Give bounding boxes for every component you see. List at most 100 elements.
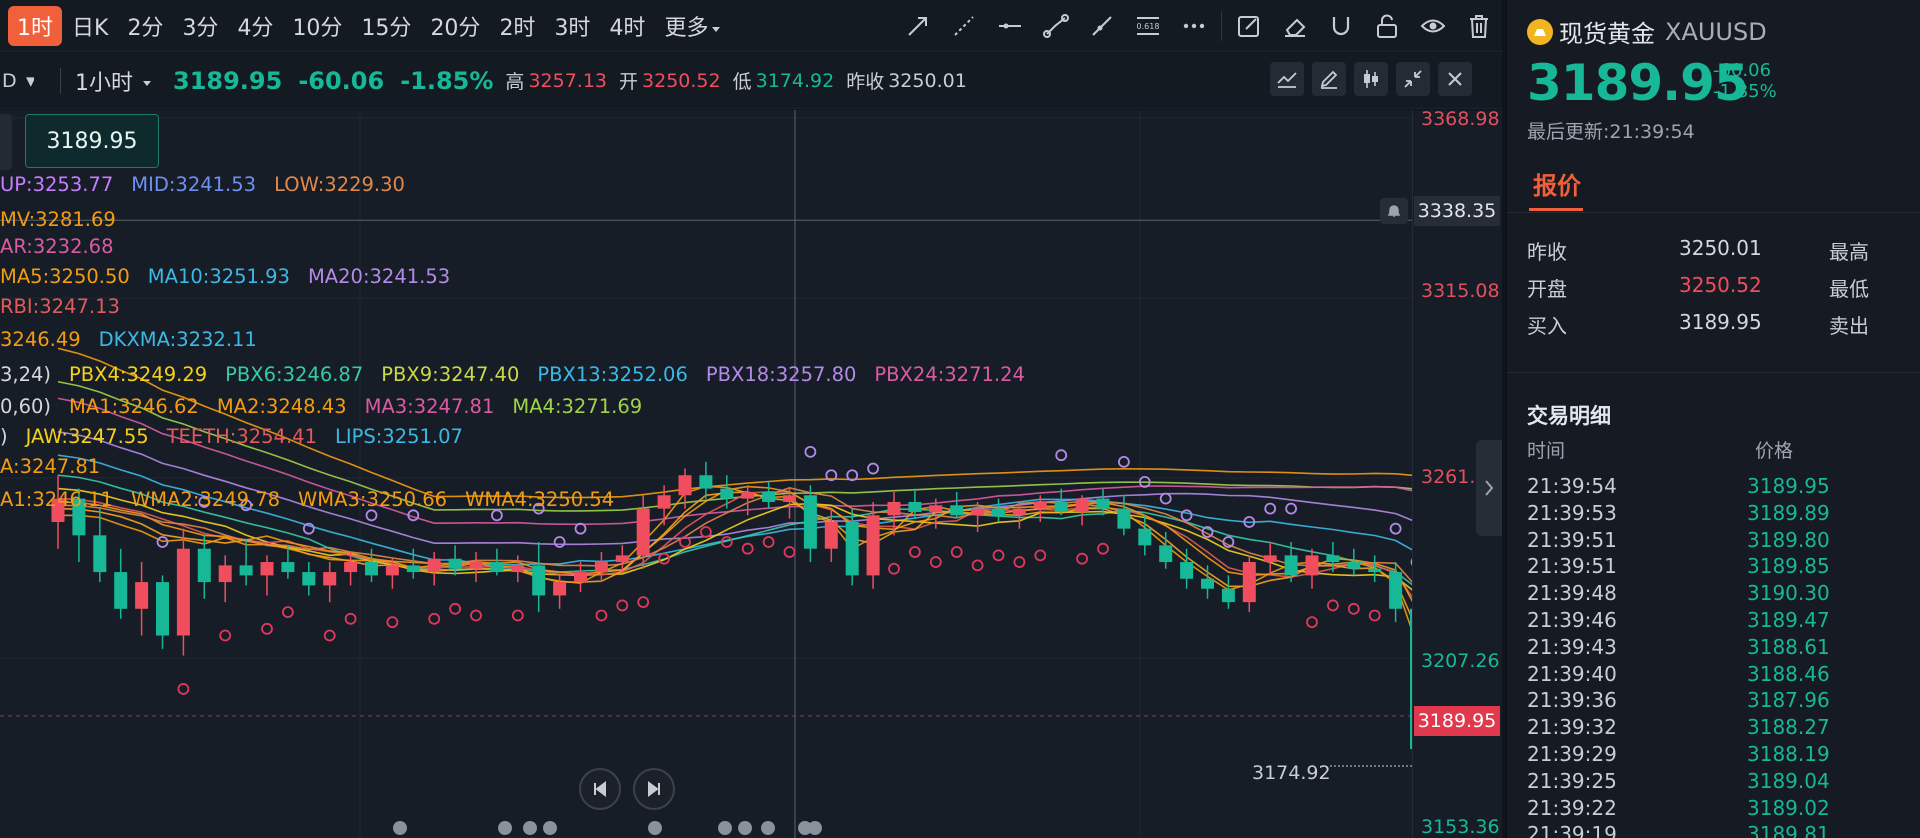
period-tab[interactable]: 3分	[173, 6, 227, 46]
horizontal-line-icon[interactable]	[987, 0, 1033, 52]
collapse-panel-button[interactable]	[1476, 440, 1502, 536]
indicator-value: MA3:3247.81	[364, 395, 495, 418]
candle-body	[1347, 562, 1361, 569]
period-tab[interactable]: 15分	[352, 6, 420, 46]
eye-icon[interactable]	[1410, 0, 1456, 52]
timeframe-dropdown[interactable]: 1小时	[75, 65, 151, 97]
period-tab[interactable]: 更多	[655, 6, 729, 46]
candle-body	[260, 562, 274, 576]
candle-body	[699, 475, 713, 489]
trades-list[interactable]: 21:39:54 3189.95 21:39:53 3189.89 21:39:51 31…	[1527, 474, 1907, 838]
fibonacci-icon[interactable]: 0.618	[1125, 0, 1171, 52]
sar-dot	[909, 546, 921, 558]
candle-body	[803, 495, 817, 549]
sar-dot	[490, 509, 503, 522]
candlestick-chart[interactable]: 3189.95 UP:3253.77 MID:3241.53 LOW:3229.30…	[0, 110, 1502, 838]
period-tab[interactable]: 3时	[545, 6, 599, 46]
candle-body	[197, 548, 211, 583]
period-tab[interactable]: 2时	[490, 6, 544, 46]
indicator-value: )	[0, 425, 8, 448]
trade-time: 21:39:22	[1527, 795, 1617, 820]
quote-value: 3250.52	[1679, 273, 1762, 297]
indicator-value: MA2:3248.43	[216, 395, 347, 418]
moving-average-line	[57, 491, 1412, 598]
sar-dot	[762, 536, 775, 548]
previous-icon[interactable]	[579, 768, 621, 810]
trend-line-icon[interactable]	[1079, 0, 1125, 52]
sar-dot	[637, 596, 650, 609]
pencil-icon[interactable]	[1312, 62, 1346, 96]
indicator-value: A:3247.81	[0, 455, 101, 478]
trade-price: 3189.80	[1747, 527, 1830, 552]
trade-row: 21:39:51 3189.85	[1527, 554, 1907, 581]
event-marker-icon	[808, 821, 822, 835]
event-marker-icon	[523, 821, 537, 835]
more-dots-icon[interactable]	[1171, 0, 1217, 52]
sar-dot	[219, 629, 232, 642]
sar-dot	[365, 509, 378, 522]
candle-body	[1033, 501, 1047, 509]
candle-body	[490, 562, 504, 573]
indicator-value: DKXMA:3232.11	[98, 328, 257, 351]
period-tab[interactable]: 1时	[8, 6, 62, 46]
indicator-value: UP:3253.77	[0, 173, 114, 196]
trade-time: 21:39:43	[1527, 634, 1617, 659]
indicator-value: RBI:3247.13	[0, 295, 120, 318]
next-icon[interactable]	[633, 768, 675, 810]
period-tab[interactable]: 4分	[228, 6, 282, 46]
sar-dot	[553, 536, 566, 548]
sar-dot	[1097, 542, 1109, 555]
period-tab[interactable]: 4时	[600, 6, 654, 46]
quote-value: 3189.95	[1679, 310, 1762, 334]
indicator-value: 0,60)	[0, 395, 52, 418]
bell-icon[interactable]	[1380, 198, 1408, 224]
candle-body	[532, 565, 546, 596]
segment-icon[interactable]	[1033, 0, 1079, 52]
drawing-tools: 0.618	[895, 0, 1502, 52]
instrument-title: 现货黄金 XAUUSD	[1527, 14, 1767, 49]
candle-body	[657, 495, 671, 509]
dashed-ray-icon[interactable]	[941, 0, 987, 52]
eraser-icon[interactable]	[1272, 0, 1318, 52]
sar-dot	[783, 546, 796, 558]
trades-title: 交易明细	[1527, 404, 1611, 428]
price-change: -60.06	[298, 66, 385, 95]
candlestick-icon[interactable]	[1354, 62, 1388, 96]
symbol-fragment[interactable]: D	[0, 70, 24, 92]
indicator-value: MA20:3241.53	[307, 265, 451, 288]
edit-note-icon[interactable]	[1226, 0, 1272, 52]
period-tab[interactable]: 10分	[283, 6, 351, 46]
period-tab[interactable]: 20分	[421, 6, 489, 46]
sar-dot	[700, 526, 712, 538]
indicator-line: 3,24) PBX4:3249.29 PBX6:3246.87 PBX9:3247.4…	[0, 363, 1043, 386]
arrow-line-icon[interactable]	[895, 0, 941, 52]
period-tab[interactable]: 2分	[118, 6, 172, 46]
divider	[1507, 212, 1920, 213]
chart-plot-area[interactable]	[0, 110, 1412, 838]
trade-row: 21:39:22 3189.02	[1527, 796, 1907, 823]
trash-icon[interactable]	[1456, 0, 1502, 52]
indicator-line-icon[interactable]	[1270, 62, 1304, 96]
sar-dot	[1055, 449, 1068, 462]
unlock-icon[interactable]	[1364, 0, 1410, 52]
candle-body	[887, 501, 901, 516]
sar-dot	[888, 562, 900, 575]
magnet-icon[interactable]	[1318, 0, 1364, 52]
indicator-value: MA10:3251.93	[147, 265, 290, 288]
sar-dot	[1285, 502, 1297, 515]
left-scroll-handle[interactable]	[0, 114, 12, 170]
sar-dot	[281, 606, 294, 619]
period-tab[interactable]: 日K	[63, 6, 117, 46]
close-icon[interactable]	[1438, 62, 1472, 96]
indicator-value: MID:3241.53	[131, 173, 257, 196]
indicator-value: MA1:3246.62	[69, 395, 199, 418]
collapse-arrows-icon[interactable]	[1396, 62, 1430, 96]
candle-body	[1117, 508, 1131, 529]
trade-price: 3189.89	[1747, 500, 1830, 525]
current-price: 3189.95	[173, 66, 283, 95]
tab-quote[interactable]: 报价	[1533, 166, 1581, 201]
tab-underline	[1529, 208, 1583, 211]
chevron-down-icon[interactable]: ▾	[24, 70, 34, 92]
candle-body	[866, 515, 880, 576]
sar-dot	[344, 612, 357, 625]
